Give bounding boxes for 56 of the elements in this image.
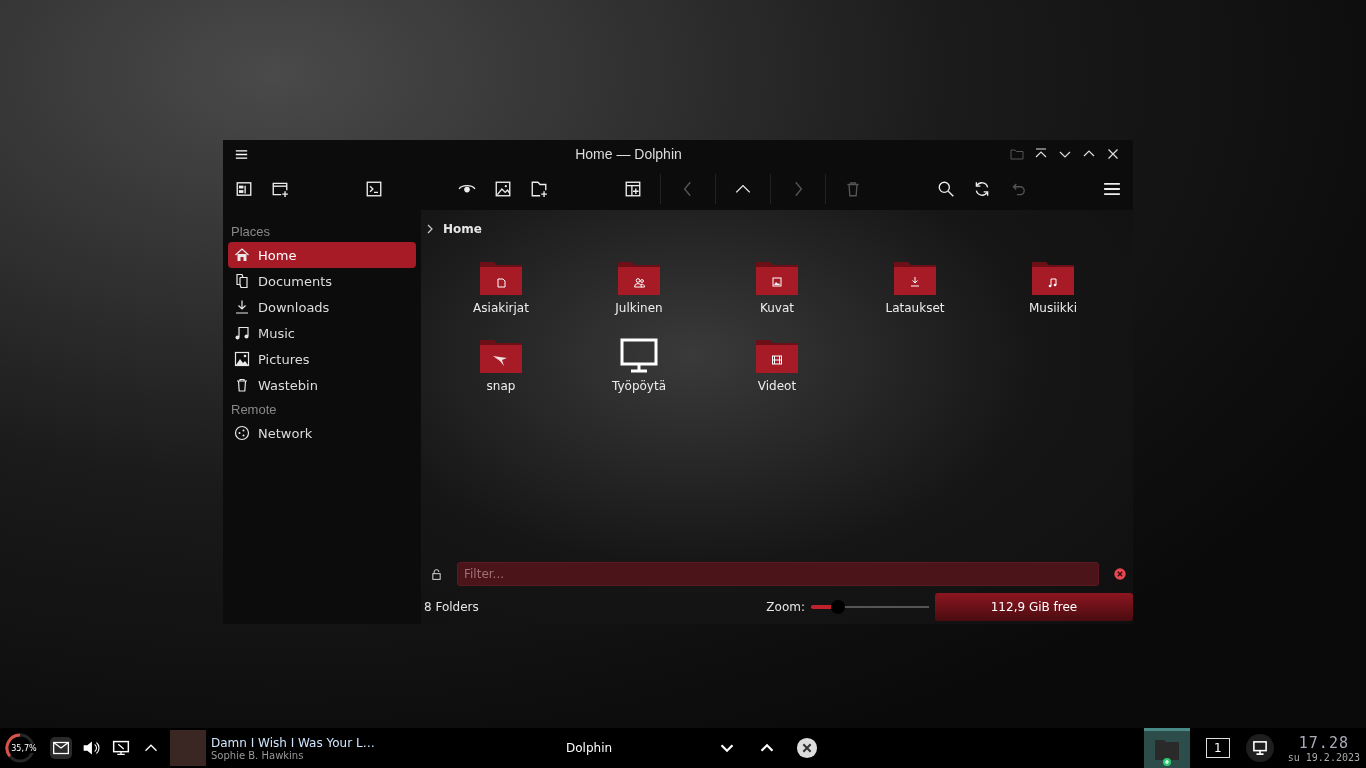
clock-date[interactable]: su 19.2.2023 [1287, 751, 1360, 763]
folder-item[interactable]: Julkinen [570, 258, 708, 336]
download-icon [234, 299, 250, 315]
file-manager-launcher[interactable] [1143, 728, 1190, 768]
section-heading: Places [230, 223, 272, 241]
picture-icon [234, 351, 250, 367]
free-space-bar[interactable]: 112,9 GiB free [935, 593, 1133, 621]
section-heading: Remote [230, 401, 278, 419]
sidebar-item[interactable]: Home [228, 242, 416, 268]
task-button[interactable]: Dolphin [566, 741, 613, 755]
network-icon [234, 425, 250, 441]
folder-item[interactable]: Lataukset [846, 258, 984, 336]
folder-item[interactable]: Asiakirjat [432, 258, 570, 336]
window-title: Home — Dolphin [574, 146, 683, 162]
new-file-icon[interactable] [530, 180, 549, 198]
zoom-label: Zoom: [766, 600, 805, 614]
image-icon[interactable] [494, 180, 513, 198]
folder-icon[interactable] [1009, 146, 1025, 162]
folder-item[interactable]: Kuvat [708, 258, 846, 336]
monitor-icon[interactable] [1245, 734, 1274, 762]
terminal-icon[interactable] [364, 180, 383, 198]
sidebar-item[interactable]: Wastebin [228, 372, 416, 398]
track-artist: Sophie B. Hawkins [211, 749, 305, 761]
sidebar-item[interactable]: Pictures [228, 346, 416, 372]
home-icon [234, 247, 250, 263]
sidebar-item[interactable]: Downloads [228, 294, 416, 320]
sidebar-item[interactable]: Music [228, 320, 416, 346]
album-art-placeholder [170, 730, 206, 766]
filter-field[interactable]: Filter... [457, 562, 1099, 586]
panel-icon[interactable] [235, 180, 253, 198]
folder-item[interactable]: Videot [708, 336, 846, 414]
menu-icon[interactable] [235, 147, 248, 161]
document-icon [234, 273, 250, 289]
breadcrumb-item[interactable]: Home [443, 222, 482, 236]
sidebar-item[interactable]: Network [228, 420, 416, 446]
lock-icon[interactable] [430, 567, 443, 581]
track-title[interactable]: Damn I Wish I Was Your L… [211, 735, 471, 750]
menu-icon[interactable] [1102, 180, 1121, 198]
sidebar-item[interactable]: Documents [228, 268, 416, 294]
mail-icon[interactable] [50, 737, 72, 759]
music-icon [234, 325, 250, 341]
folder-item[interactable]: Musiikki [984, 258, 1122, 336]
zoom-slider[interactable] [811, 600, 929, 614]
search-icon[interactable] [937, 180, 956, 198]
new-tab-icon[interactable] [271, 180, 289, 198]
close-icon[interactable] [796, 737, 819, 759]
trash-icon [234, 377, 250, 393]
folder-item[interactable]: Työpöytä [570, 336, 708, 414]
chevron-icon [426, 223, 434, 235]
clear-icon[interactable] [1113, 567, 1127, 581]
clock-time[interactable]: 17.28 [1298, 733, 1349, 752]
split-icon[interactable] [623, 180, 642, 198]
pager-desktop[interactable]: 1 [1205, 738, 1230, 758]
folder-item[interactable]: snap [432, 336, 570, 414]
usage-meter[interactable]: 35,7% [0, 728, 40, 768]
status-summary: 8 Folders [424, 600, 480, 614]
